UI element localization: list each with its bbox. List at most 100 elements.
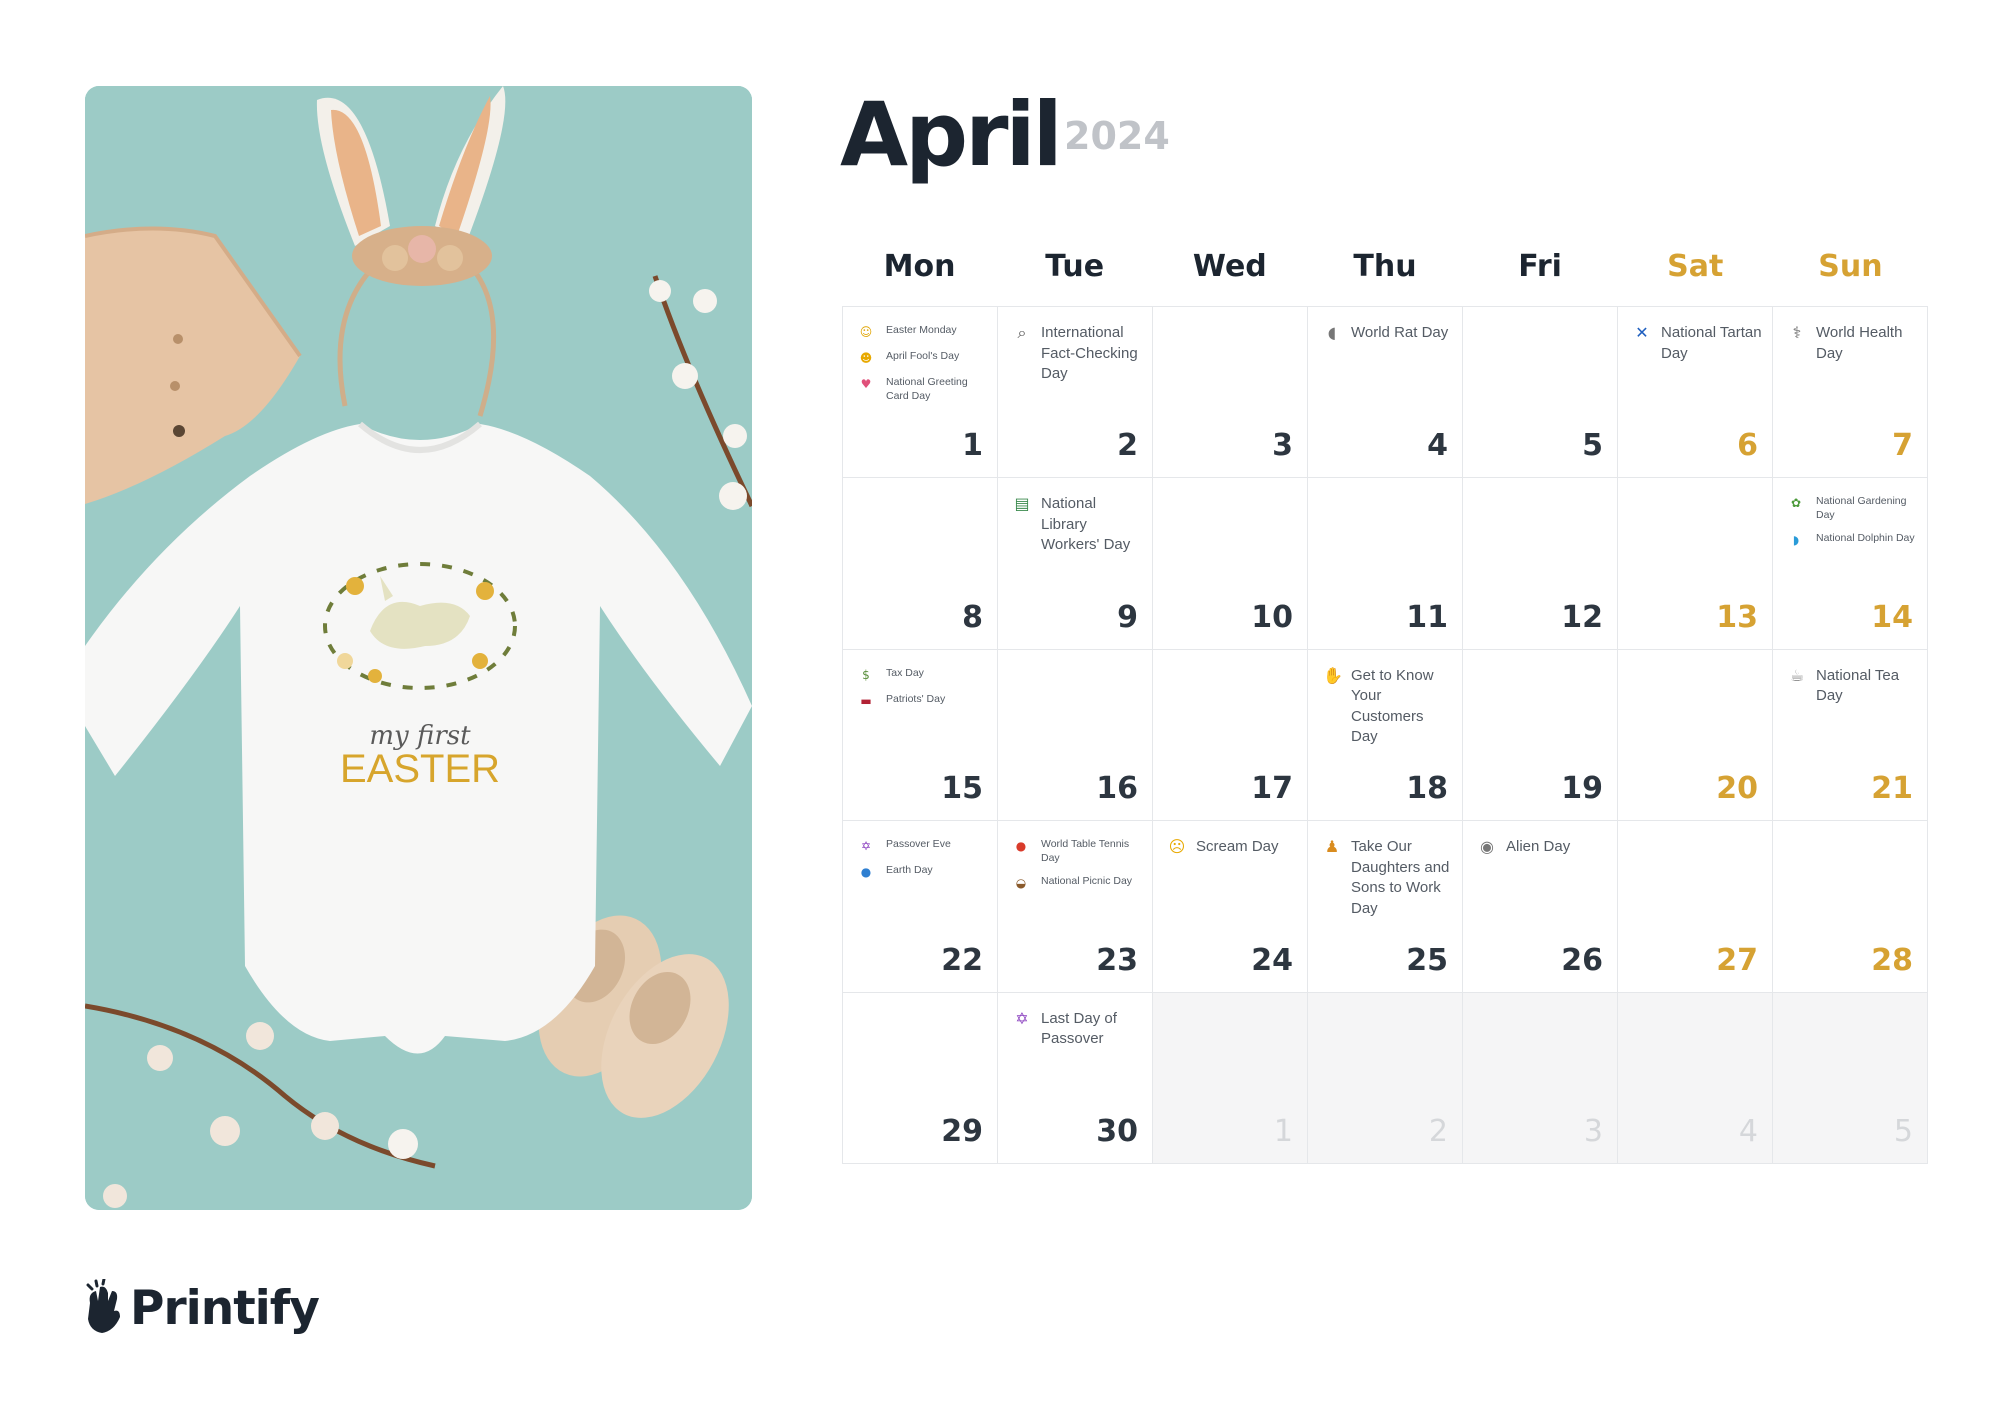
day-cell-next-month[interactable]: 5 — [1773, 992, 1928, 1164]
day-number: 24 — [1251, 942, 1293, 978]
event-label: National Gardening Day — [1816, 495, 1907, 522]
star-of-david-icon: ✡ — [1015, 1008, 1029, 1028]
day-number: 12 — [1561, 599, 1603, 635]
day-cell[interactable]: 29 — [843, 992, 998, 1164]
day-cell[interactable]: 8 — [843, 478, 998, 650]
day-cell-next-month[interactable]: 3 — [1463, 992, 1618, 1164]
event-label: Alien Day — [1506, 838, 1571, 856]
event-item: ☺ Easter Monday — [858, 323, 987, 340]
day-number: 9 — [1117, 599, 1138, 635]
brand-logo: Printify — [84, 1278, 320, 1338]
day-cell[interactable]: ◖ World Rat Day 4 — [1308, 307, 1463, 479]
event-label: National Library Workers' Day — [1041, 495, 1131, 554]
event-label: National Dolphin Day — [1816, 532, 1915, 545]
event-list: ☕ National Tea Day — [1788, 666, 1917, 715]
day-number: 26 — [1561, 942, 1603, 978]
day-cell[interactable]: 16 — [998, 649, 1153, 822]
event-item: ⚕ World Health Day — [1788, 323, 1917, 364]
day-cell[interactable]: $ Tax Day ▬ Patriots' Day 15 — [843, 649, 998, 822]
day-cell[interactable]: ⚕ World Health Day 7 — [1773, 307, 1928, 479]
day-cell[interactable]: ● World Table Tennis Day ◒ National Picnic … — [998, 821, 1153, 993]
event-list: ✿ National Gardening Day ◗ National Dolphin… — [1788, 494, 1917, 557]
day-cell[interactable]: ✋ Get to Know Your Customers Day 18 — [1308, 649, 1463, 822]
day-number: 23 — [1096, 942, 1138, 978]
day-cell-next-month[interactable]: 1 — [1153, 992, 1308, 1164]
event-list: ☺ Easter Monday ☻ April Fool's Day ♥ National… — [858, 323, 987, 412]
books-icon: ▤ — [1014, 494, 1030, 514]
day-number: 13 — [1716, 599, 1758, 635]
event-item: ✿ National Gardening Day — [1788, 494, 1917, 522]
ping-pong-icon: ● — [1015, 839, 1027, 854]
event-list: ✕ National Tartan Day — [1633, 323, 1762, 372]
day-number: 25 — [1406, 942, 1448, 978]
rat-icon: ◖ — [1327, 323, 1337, 342]
day-cell[interactable]: 12 — [1463, 478, 1618, 650]
teapot-icon: ☕ — [1789, 665, 1805, 685]
sun-face-icon: ☺ — [859, 325, 873, 339]
day-number: 18 — [1406, 771, 1448, 807]
day-cell[interactable]: ◉ Alien Day 26 — [1463, 821, 1618, 993]
event-label: Get to Know Your Customers Day — [1351, 666, 1434, 746]
day-cell[interactable]: 13 — [1618, 478, 1773, 650]
day-cell[interactable]: 11 — [1308, 478, 1463, 650]
day-cell[interactable]: ▤ National Library Workers' Day 9 — [998, 478, 1153, 650]
screaming-face-icon: ☹ — [1168, 837, 1186, 857]
event-label: National Tartan Day — [1661, 324, 1762, 362]
day-number: 1 — [962, 428, 983, 464]
event-list: ♟ Take Our Daughters and Sons to Work Day — [1323, 837, 1452, 927]
day-cell[interactable]: 10 — [1153, 478, 1308, 650]
design-text-bottom: EASTER — [340, 747, 500, 791]
us-flag-icon: ▬ — [860, 693, 872, 708]
day-number: 3 — [1583, 1113, 1603, 1149]
event-item: ✕ National Tartan Day — [1633, 323, 1762, 364]
potted-plant-icon: ✿ — [1790, 496, 1802, 511]
event-list: ✋ Get to Know Your Customers Day — [1323, 666, 1452, 756]
event-label: Tax Day — [886, 666, 924, 679]
event-item: ▤ National Library Workers' Day — [1013, 494, 1142, 556]
day-number: 5 — [1893, 1113, 1913, 1149]
event-label: Last Day of Passover — [1041, 1009, 1117, 1048]
day-number: 4 — [1427, 428, 1448, 464]
day-cell[interactable]: ✡ Last Day of Passover 30 — [998, 992, 1153, 1164]
day-cell[interactable]: ☹ Scream Day 24 — [1153, 821, 1308, 993]
dolphin-icon: ◗ — [1792, 533, 1800, 548]
event-item: ☻ April Fool's Day — [858, 349, 987, 366]
day-cell[interactable]: ✕ National Tartan Day 6 — [1618, 307, 1773, 479]
event-item: $ Tax Day — [858, 666, 987, 683]
day-cell[interactable]: ⌕ International Fact-Checking Day 2 — [998, 307, 1153, 479]
star-of-david-icon: ✡ — [860, 839, 872, 854]
event-item: ◉ Alien Day — [1478, 837, 1607, 858]
greeting-card-icon: ♥ — [860, 377, 872, 391]
day-cell-next-month[interactable]: 2 — [1308, 992, 1463, 1164]
day-number: 2 — [1117, 428, 1138, 464]
day-number: 22 — [941, 942, 983, 978]
event-list: ◉ Alien Day — [1478, 837, 1607, 866]
day-cell[interactable]: ✡ Passover Eve ● Earth Day 22 — [843, 821, 998, 993]
easter-onesie-illustration: my first EASTER — [85, 86, 752, 1210]
day-cell[interactable]: ☺ Easter Monday ☻ April Fool's Day ♥ National… — [843, 307, 998, 479]
day-cell[interactable]: 19 — [1463, 649, 1618, 822]
event-list: ◖ World Rat Day — [1323, 323, 1452, 352]
event-label: World Rat Day — [1351, 324, 1449, 341]
day-number: 20 — [1716, 771, 1758, 807]
day-cell[interactable]: ✿ National Gardening Day ◗ National Dolphin… — [1773, 478, 1928, 650]
event-label: National Picnic Day — [1041, 875, 1133, 888]
day-cell[interactable]: 17 — [1153, 649, 1308, 822]
weekday-header: Mon Tue Wed Thu Fri Sat Sun — [842, 242, 1928, 292]
day-cell[interactable]: 27 — [1618, 821, 1773, 993]
day-number: 28 — [1871, 942, 1913, 978]
day-cell[interactable]: ♟ Take Our Daughters and Sons to Work Day… — [1308, 821, 1463, 993]
waving-hand-icon: ✋ — [1323, 665, 1343, 685]
day-cell[interactable]: ☕ National Tea Day 21 — [1773, 649, 1928, 822]
event-item: ♟ Take Our Daughters and Sons to Work Day — [1323, 837, 1452, 919]
day-number: 21 — [1871, 771, 1913, 807]
event-label: Take Our Daughters and Sons to Work Day — [1351, 838, 1450, 917]
day-cell[interactable]: 28 — [1773, 821, 1928, 993]
day-cell[interactable]: 20 — [1618, 649, 1773, 822]
day-cell[interactable]: 5 — [1463, 307, 1618, 479]
day-cell[interactable]: 3 — [1153, 307, 1308, 479]
money-icon: $ — [862, 667, 870, 682]
event-label: World Health Day — [1816, 324, 1903, 362]
day-cell-next-month[interactable]: 4 — [1618, 992, 1773, 1164]
day-number: 27 — [1716, 942, 1758, 978]
